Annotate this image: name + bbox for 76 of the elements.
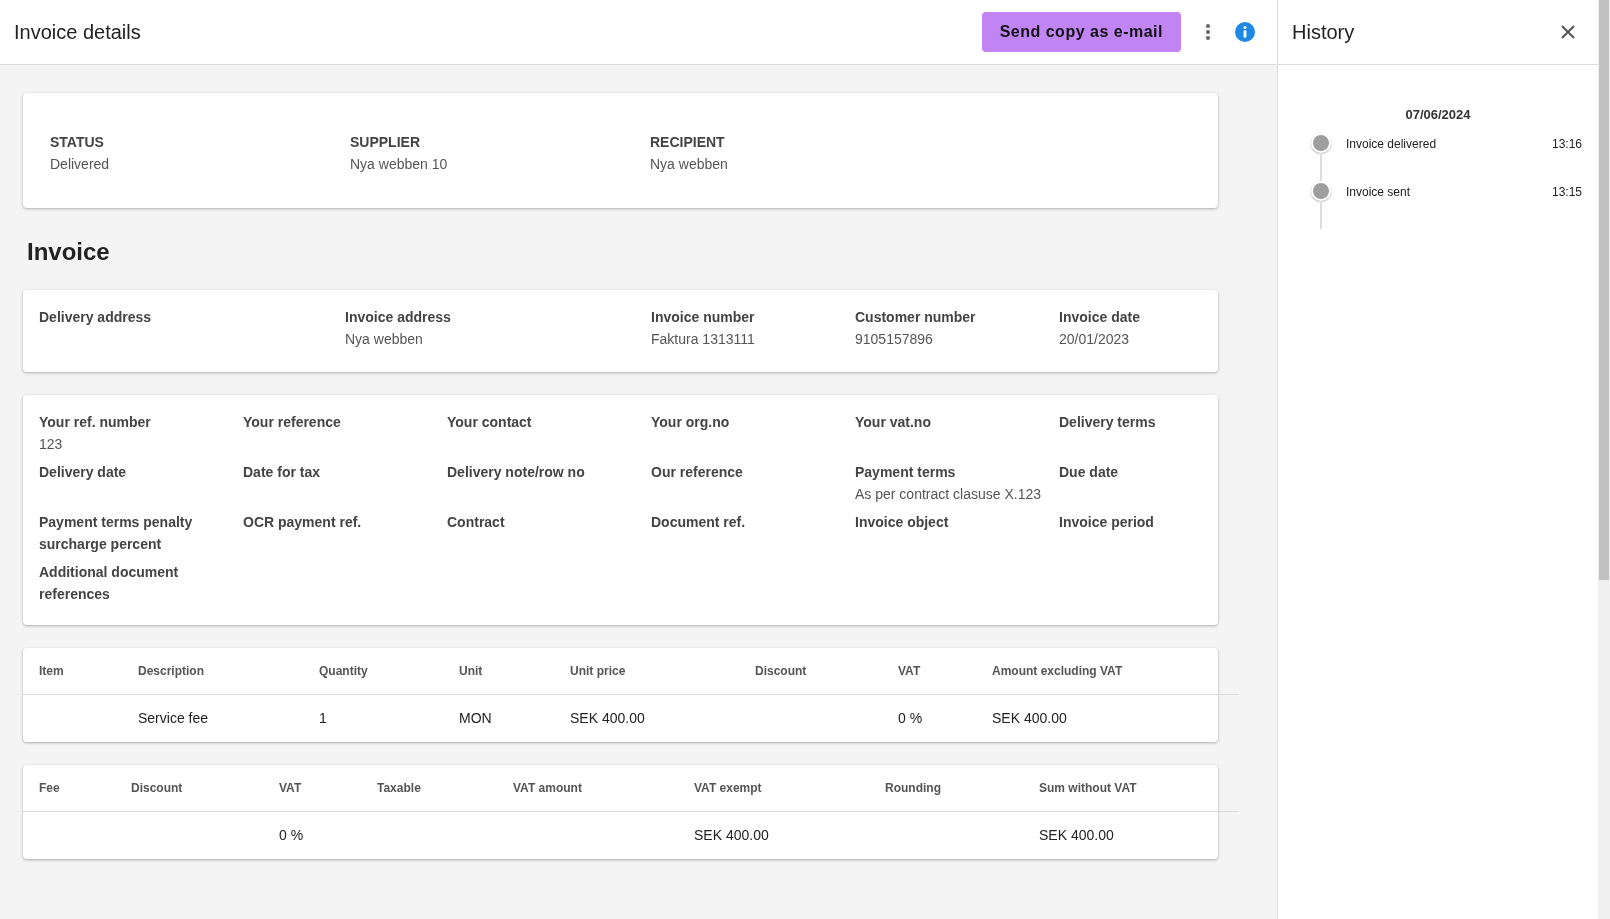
- field-label: Additional document references: [39, 563, 180, 604]
- field-label: Payment terms: [855, 463, 957, 482]
- field-label: OCR payment ref.: [243, 513, 363, 532]
- field-value: Nya webben: [650, 155, 729, 174]
- column-header: VAT exempt: [678, 765, 869, 811]
- table-cell: SEK 400.00: [678, 811, 869, 859]
- info-icon[interactable]: [1235, 22, 1255, 42]
- field-label: Payment terms penalty surcharge percent: [39, 513, 194, 554]
- scrollbar-thumb[interactable]: [1599, 0, 1609, 580]
- timeline-dot: [1311, 180, 1331, 201]
- table-cell: Service fee: [122, 694, 303, 742]
- table-cell: 0 %: [263, 811, 361, 859]
- field-value: 123: [39, 435, 64, 454]
- table-cell: 0 %: [882, 694, 976, 742]
- field-label: Your contact: [447, 413, 533, 432]
- field-label: RECIPIENT: [650, 133, 726, 152]
- column-header: Sum without VAT: [1023, 765, 1239, 811]
- field-label: Delivery date: [39, 463, 128, 482]
- field-label: Contract: [447, 513, 506, 532]
- field-label: Document ref.: [651, 513, 747, 532]
- field-value: 9105157896: [855, 330, 934, 349]
- table-cell: SEK 400.00: [1023, 811, 1239, 859]
- column-header: Quantity: [303, 648, 443, 694]
- column-header: VAT: [882, 648, 976, 694]
- column-header: Unit: [443, 648, 554, 694]
- field-label: STATUS: [50, 133, 105, 152]
- field-label: Your org.no: [651, 413, 731, 432]
- field-label: Invoice address: [345, 308, 452, 327]
- event-time: 13:15: [1551, 183, 1582, 201]
- field-label: Invoice object: [855, 513, 950, 532]
- field-value: 20/01/2023: [1059, 330, 1131, 349]
- more-options-icon[interactable]: [1205, 23, 1211, 41]
- field-label: Your reference: [243, 413, 342, 432]
- column-header: Amount excluding VAT: [976, 648, 1239, 694]
- event-time: 13:16: [1551, 135, 1582, 153]
- field-label: Our reference: [651, 463, 744, 482]
- field-label: Delivery terms: [1059, 413, 1157, 432]
- history-date: 07/06/2024: [1404, 106, 1472, 124]
- section-heading: Invoice: [27, 237, 111, 267]
- column-header: Rounding: [869, 765, 1023, 811]
- field-value: Faktura 1313111: [651, 330, 756, 349]
- field-value: Nya webben 10: [350, 155, 449, 174]
- field-label: Date for tax: [243, 463, 322, 482]
- column-header: Unit price: [554, 648, 739, 694]
- field-value: Nya webben: [345, 330, 424, 349]
- column-header: Taxable: [361, 765, 497, 811]
- field-label: Delivery address: [39, 308, 153, 327]
- column-header: VAT: [263, 765, 361, 811]
- field-label: Invoice number: [651, 308, 756, 327]
- field-label: Your vat.no: [855, 413, 932, 432]
- table-cell: SEK 400.00: [976, 694, 1239, 742]
- field-label: Customer number: [855, 308, 977, 327]
- column-header: Description: [122, 648, 303, 694]
- send-email-button[interactable]: Send copy as e-mail: [981, 12, 1181, 52]
- column-header: Item: [23, 648, 122, 694]
- panel-title: History: [1292, 20, 1355, 45]
- event-label: Invoice sent: [1346, 183, 1412, 201]
- table-cell: SEK 400.00: [554, 694, 739, 742]
- column-header: Discount: [115, 765, 263, 811]
- table-cell: MON: [443, 694, 554, 742]
- page-title: Invoice details: [14, 20, 141, 45]
- field-label: SUPPLIER: [350, 133, 421, 152]
- column-header: Discount: [739, 648, 882, 694]
- close-icon[interactable]: [1560, 24, 1576, 40]
- field-label: Invoice period: [1059, 513, 1155, 532]
- field-label: Delivery note/row no: [447, 463, 586, 482]
- field-label: Invoice date: [1059, 308, 1141, 327]
- column-header: Fee: [23, 765, 115, 811]
- table-cell: 1: [303, 694, 443, 742]
- field-value: Delivered: [50, 155, 111, 174]
- timeline-dot: [1311, 132, 1331, 153]
- field-value: As per contract clasuse X.123: [855, 485, 1042, 504]
- field-label: Your ref. number: [39, 413, 152, 432]
- column-header: VAT amount: [497, 765, 678, 811]
- event-label: Invoice delivered: [1346, 135, 1438, 153]
- field-label: Due date: [1059, 463, 1120, 482]
